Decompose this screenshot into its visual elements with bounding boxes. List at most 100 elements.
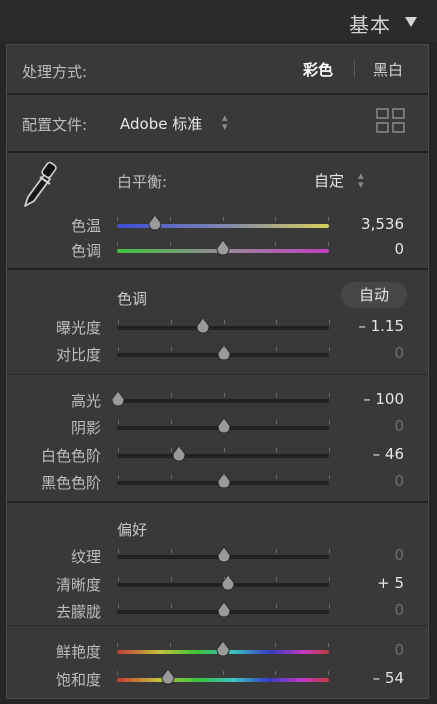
dehaze-tick-4 bbox=[329, 604, 330, 608]
whites-tick-0 bbox=[118, 448, 119, 452]
profile-select[interactable]: Adobe 标准 bbox=[120, 113, 202, 134]
blacks-tick-0 bbox=[118, 475, 119, 479]
clarity-label: 清晰度 bbox=[55, 576, 101, 594]
clarity-slider-thumb[interactable] bbox=[221, 575, 235, 591]
temp-tick-4 bbox=[328, 217, 329, 221]
tint-tick-4 bbox=[328, 242, 329, 246]
profile-section: 配置文件: Adobe 标准 ▴ ▾ bbox=[7, 93, 428, 153]
exposure-tick-4 bbox=[329, 320, 330, 324]
saturation-slider-track[interactable] bbox=[117, 669, 329, 685]
blacks-tick-3 bbox=[276, 475, 278, 479]
vibrance-slider-thumb[interactable] bbox=[216, 641, 230, 657]
highlights-slider-thumb[interactable] bbox=[111, 391, 125, 407]
shadows-tick-3 bbox=[276, 420, 278, 424]
shadows-tick-1 bbox=[170, 420, 172, 424]
color-button[interactable]: 彩色 bbox=[303, 59, 333, 80]
whites-slider-thumb[interactable] bbox=[172, 446, 186, 462]
basic-panel: 处理方式: 彩色 黑白 配置文件: Adobe 标准 ▴ ▾ 白平衡: 自定 ▴ ▾… bbox=[6, 44, 429, 699]
vibrance-label: 鲜艳度 bbox=[55, 643, 101, 661]
profile-browser-grid-icon[interactable] bbox=[376, 108, 406, 134]
highlights-tick-1 bbox=[170, 393, 172, 397]
blacks-value[interactable]: 0 bbox=[334, 472, 404, 490]
texture-value[interactable]: 0 bbox=[334, 546, 404, 564]
contrast-tick-4 bbox=[329, 347, 330, 351]
panel-title: 基本 bbox=[349, 13, 391, 37]
tint-slider-track[interactable] bbox=[117, 240, 329, 256]
temp-tick-3 bbox=[275, 217, 277, 221]
whites-value[interactable]: – 46 bbox=[334, 445, 404, 463]
temp-tick-0 bbox=[117, 217, 118, 221]
shadows-slider-track[interactable] bbox=[117, 418, 330, 434]
saturation-value[interactable]: – 54 bbox=[334, 669, 404, 687]
wb-select[interactable]: 自定 bbox=[314, 170, 344, 191]
blacks-slider-thumb[interactable] bbox=[217, 473, 231, 489]
contrast-slider-track[interactable] bbox=[117, 345, 330, 361]
treatment-divider bbox=[354, 60, 355, 78]
temp-value[interactable]: 3,536 bbox=[334, 215, 404, 233]
clarity-tick-0 bbox=[118, 577, 119, 581]
exposure-label: 曝光度 bbox=[55, 319, 101, 337]
contrast-value[interactable]: 0 bbox=[334, 344, 404, 362]
bw-button[interactable]: 黑白 bbox=[373, 59, 403, 80]
exposure-slider-thumb[interactable] bbox=[196, 318, 210, 334]
vibrance-tick-3 bbox=[275, 643, 277, 647]
exposure-slider-track[interactable] bbox=[117, 318, 330, 334]
texture-slider-track[interactable] bbox=[117, 547, 330, 563]
tint-tick-3 bbox=[275, 242, 277, 246]
temp-slider-track[interactable] bbox=[117, 215, 329, 231]
clarity-tick-3 bbox=[276, 577, 278, 581]
highlights-tick-3 bbox=[276, 393, 278, 397]
dehaze-slider-thumb[interactable] bbox=[217, 602, 231, 618]
highlights-slider-track[interactable] bbox=[111, 391, 330, 407]
vibrance-tick-4 bbox=[328, 643, 329, 647]
texture-slider-thumb[interactable] bbox=[217, 547, 231, 563]
dehaze-label: 去朦胧 bbox=[55, 603, 101, 621]
highlights-value[interactable]: – 100 bbox=[334, 390, 404, 408]
dehaze-tick-3 bbox=[276, 604, 278, 608]
slider-row-highlights: 高光 – 100 bbox=[7, 390, 428, 412]
exposure-value[interactable]: – 1.15 bbox=[334, 317, 404, 335]
tint-label: 色调 bbox=[70, 242, 101, 260]
presence-title: 偏好 bbox=[117, 521, 148, 539]
dehaze-tick-1 bbox=[170, 604, 172, 608]
vibrance-tick-0 bbox=[117, 643, 118, 647]
vibrance-slider-track[interactable] bbox=[117, 641, 329, 657]
whites-slider-track[interactable] bbox=[117, 446, 330, 462]
blacks-tick-1 bbox=[170, 475, 172, 479]
exposure-tick-1 bbox=[170, 320, 172, 324]
highlights-label: 高光 bbox=[70, 392, 101, 410]
shadows-slider-thumb[interactable] bbox=[217, 418, 231, 434]
whites-label: 白色色阶 bbox=[40, 447, 101, 465]
exposure-tick-3 bbox=[276, 320, 278, 324]
tint-value[interactable]: 0 bbox=[334, 240, 404, 258]
saturation-tick-2 bbox=[222, 671, 224, 675]
collapse-triangle-icon[interactable] bbox=[405, 17, 417, 27]
highlights-tick-2 bbox=[223, 393, 225, 397]
auto-tone-button[interactable]: 自动 bbox=[341, 282, 407, 308]
whites-tick-4 bbox=[329, 448, 330, 452]
clarity-slider-track[interactable] bbox=[117, 575, 330, 591]
highlights-tick-4 bbox=[329, 393, 330, 397]
dehaze-value[interactable]: 0 bbox=[334, 601, 404, 619]
exposure-tick-0 bbox=[118, 320, 119, 324]
slider-row-exposure: 曝光度 – 1.15 bbox=[7, 317, 428, 339]
blacks-slider-track[interactable] bbox=[117, 473, 330, 489]
clarity-value[interactable]: + 5 bbox=[334, 574, 404, 592]
dehaze-slider-track[interactable] bbox=[117, 602, 330, 618]
tone-section: 色调 自动 bbox=[7, 268, 428, 503]
profile-select-arrow-icon[interactable]: ▴ ▾ bbox=[222, 112, 228, 132]
tint-slider-thumb[interactable] bbox=[216, 240, 230, 256]
temp-slider-thumb[interactable] bbox=[148, 215, 162, 231]
contrast-slider-thumb[interactable] bbox=[217, 345, 231, 361]
saturation-tick-4 bbox=[328, 671, 329, 675]
wb-label: 白平衡: bbox=[117, 173, 168, 191]
panel-header[interactable]: 基本 bbox=[0, 0, 437, 42]
shadows-value[interactable]: 0 bbox=[334, 417, 404, 435]
saturation-slider-thumb[interactable] bbox=[161, 669, 175, 685]
slider-row-temp: 色温 3,536 bbox=[7, 215, 428, 237]
slider-row-vibrance: 鲜艳度 0 bbox=[7, 641, 428, 663]
vibrance-value[interactable]: 0 bbox=[334, 641, 404, 659]
shadows-label: 阴影 bbox=[70, 419, 101, 437]
wb-eyedropper-icon[interactable] bbox=[22, 161, 58, 209]
wb-select-arrow-icon[interactable]: ▴ ▾ bbox=[358, 170, 364, 190]
